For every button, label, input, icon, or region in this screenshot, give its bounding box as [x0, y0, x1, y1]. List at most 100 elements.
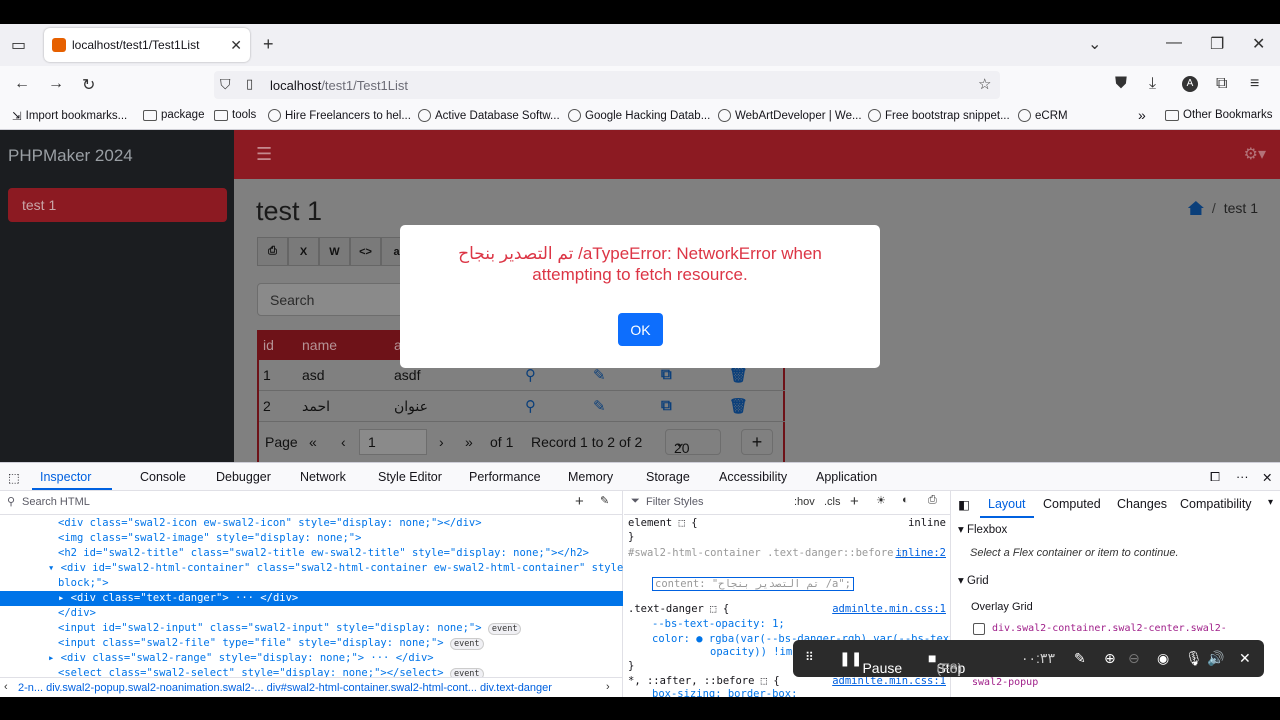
- close-recorder-icon[interactable]: ✕: [1239, 650, 1251, 667]
- event-badge[interactable]: event: [449, 638, 484, 650]
- pocket-icon[interactable]: ⛊: [1115, 75, 1127, 93]
- light-mode-icon[interactable]: ☀: [876, 494, 886, 507]
- tab-computed[interactable]: Computed: [1043, 497, 1101, 511]
- breadcrumb-left-icon[interactable]: ‹: [4, 681, 8, 693]
- stop-button[interactable]: ■ Stop (F8): [928, 650, 965, 676]
- overflow-icon[interactable]: ▾: [1268, 497, 1273, 508]
- home-icon[interactable]: [1187, 201, 1204, 215]
- more-options-icon[interactable]: ···: [1236, 470, 1249, 484]
- search-input[interactable]: Search: [257, 283, 407, 316]
- bookmark-ecrm[interactable]: eCRM: [1018, 109, 1068, 122]
- excel-icon[interactable]: X: [288, 237, 319, 266]
- tab-style-editor[interactable]: Style Editor: [378, 470, 442, 484]
- last-page-icon[interactable]: »: [465, 434, 473, 450]
- tab-debugger[interactable]: Debugger: [216, 470, 271, 484]
- view-icon[interactable]: ⚲: [525, 366, 536, 384]
- tab-network[interactable]: Network: [300, 470, 346, 484]
- bookmark-google-hacking[interactable]: Google Hacking Datab...: [568, 109, 710, 122]
- edit-icon[interactable]: ✎: [593, 366, 606, 384]
- tab-performance[interactable]: Performance: [469, 470, 541, 484]
- markup-node[interactable]: ▸ <div class="swal2-range" style="displa…: [0, 651, 623, 666]
- pen-icon[interactable]: ✎: [1074, 650, 1086, 667]
- reload-icon[interactable]: ↻: [82, 75, 95, 95]
- markup-node[interactable]: <div class="swal2-icon ew-swal2-icon" st…: [0, 516, 623, 531]
- delete-icon[interactable]: 🗑: [729, 366, 748, 384]
- webcam-icon[interactable]: ◉: [1157, 650, 1169, 667]
- microphone-icon[interactable]: 🎙: [1185, 650, 1203, 667]
- close-window-icon[interactable]: ✕: [1252, 34, 1265, 54]
- maximize-icon[interactable]: ❐: [1210, 34, 1224, 54]
- markup-node[interactable]: <input id="swal2-input" class="swal2-inp…: [0, 621, 623, 636]
- filter-styles-input[interactable]: ⏷ Filter Styles :hov .cls + ☀ ◐ ⎙: [624, 491, 950, 515]
- hov-toggle[interactable]: :hov: [794, 496, 815, 508]
- browser-tab[interactable]: localhost/test1/Test1List ✕: [44, 28, 250, 62]
- sidebar-toggle-icon[interactable]: ◧: [958, 497, 970, 512]
- close-devtools-icon[interactable]: ✕: [1262, 470, 1272, 485]
- add-node-icon[interactable]: +: [575, 493, 584, 510]
- tab-accessibility[interactable]: Accessibility: [719, 470, 787, 484]
- url-bar[interactable]: ⛉ ▯ localhost/test1/Test1List ☆: [214, 71, 1000, 99]
- eyedropper-icon[interactable]: ✎: [600, 494, 609, 507]
- menu-icon[interactable]: ≡: [1250, 75, 1259, 93]
- expand-arrow-icon[interactable]: ▾: [48, 562, 61, 574]
- chevron-down-icon[interactable]: ⌄: [1088, 34, 1101, 54]
- bookmark-bootstrap[interactable]: Free bootstrap snippet...: [868, 109, 1010, 122]
- expand-arrow-icon[interactable]: ▸: [48, 652, 61, 664]
- bookmark-webartdeveloper[interactable]: WebArtDeveloper | We...: [718, 109, 862, 122]
- other-bookmarks[interactable]: Other Bookmarks: [1165, 109, 1272, 121]
- html-icon[interactable]: <>: [350, 237, 381, 266]
- shield-icon[interactable]: ⛉: [220, 76, 231, 93]
- word-icon[interactable]: W: [319, 237, 350, 266]
- dark-mode-icon[interactable]: ◐: [902, 494, 909, 506]
- markup-node[interactable]: <h2 id="swal2-title" class="swal2-title …: [0, 546, 623, 561]
- new-tab-icon[interactable]: +: [263, 34, 274, 55]
- event-badge[interactable]: event: [487, 623, 522, 635]
- zoom-out-icon[interactable]: ⊖: [1128, 650, 1140, 667]
- gear-icon[interactable]: ⚙▾: [1244, 144, 1266, 164]
- bookmark-star-icon[interactable]: ☆: [978, 75, 991, 93]
- downloads-icon[interactable]: ⤓: [1149, 75, 1156, 93]
- bookmark-tools[interactable]: tools: [214, 109, 256, 121]
- dock-icon[interactable]: ⧠: [1210, 470, 1220, 485]
- grid-item-2[interactable]: swal2-popup: [972, 677, 1038, 688]
- close-tab-icon[interactable]: ✕: [230, 37, 242, 54]
- profile-avatar[interactable]: A: [1182, 76, 1198, 92]
- next-page-icon[interactable]: ›: [439, 434, 444, 450]
- tab-layout[interactable]: Layout: [988, 497, 1026, 511]
- edit-icon[interactable]: ✎: [593, 397, 606, 415]
- more-bookmarks-icon[interactable]: »: [1138, 107, 1146, 123]
- grid-item[interactable]: div.swal2-container.swal2-center.swal2-: [992, 623, 1227, 634]
- overlay-grid-checkbox[interactable]: [973, 623, 985, 635]
- tab-storage[interactable]: Storage: [646, 470, 690, 484]
- bookmark-package[interactable]: package: [143, 109, 204, 121]
- add-rule-icon[interactable]: +: [850, 493, 859, 510]
- column-header-name[interactable]: name: [302, 337, 337, 353]
- rule-opacity[interactable]: --bs-text-opacity: 1;: [652, 618, 785, 630]
- markup-node[interactable]: <select class="swal2-select" style="disp…: [0, 666, 623, 677]
- tab-compatibility[interactable]: Compatibility: [1180, 497, 1252, 511]
- minimize-icon[interactable]: —: [1166, 34, 1182, 52]
- tab-inspector[interactable]: Inspector: [40, 470, 91, 484]
- markup-node[interactable]: block;">: [0, 576, 623, 591]
- breadcrumb-right-icon[interactable]: ›: [606, 681, 610, 693]
- tab-memory[interactable]: Memory: [568, 470, 613, 484]
- markup-node[interactable]: <img class="swal2-image" style="display:…: [0, 531, 623, 546]
- brand-title[interactable]: PHPMaker 2024: [8, 146, 133, 166]
- ok-button[interactable]: OK: [618, 313, 663, 346]
- markup-node[interactable]: <input class="swal2-file" type="file" st…: [0, 636, 623, 651]
- markup-node[interactable]: ▾ <div id="swal2-html-container" class="…: [0, 561, 623, 576]
- search-html-input[interactable]: ⚲ Search HTML + ✎: [0, 491, 623, 515]
- delete-icon[interactable]: 🗑: [729, 397, 748, 415]
- expand-arrow-icon[interactable]: ▸: [58, 592, 71, 604]
- drag-handle-icon[interactable]: ⠿: [805, 650, 814, 664]
- markup-breadcrumbs[interactable]: ‹ 2-n... div.swal2-popup.swal2-noanimati…: [0, 677, 623, 698]
- tab-console[interactable]: Console: [140, 470, 186, 484]
- print-media-icon[interactable]: ⎙: [928, 494, 937, 507]
- flexbox-section[interactable]: ▾ Flexbox: [958, 522, 1007, 536]
- copy-icon[interactable]: ⧉: [661, 397, 672, 414]
- grid-section[interactable]: ▾ Grid: [958, 573, 989, 587]
- sidebar-item-test1[interactable]: test 1: [8, 188, 227, 222]
- selected-markup-node[interactable]: ▸ <div class="text-danger"> ··· </div>: [0, 591, 623, 606]
- tab-list-icon[interactable]: ▭: [11, 35, 26, 55]
- add-button[interactable]: +: [741, 429, 773, 455]
